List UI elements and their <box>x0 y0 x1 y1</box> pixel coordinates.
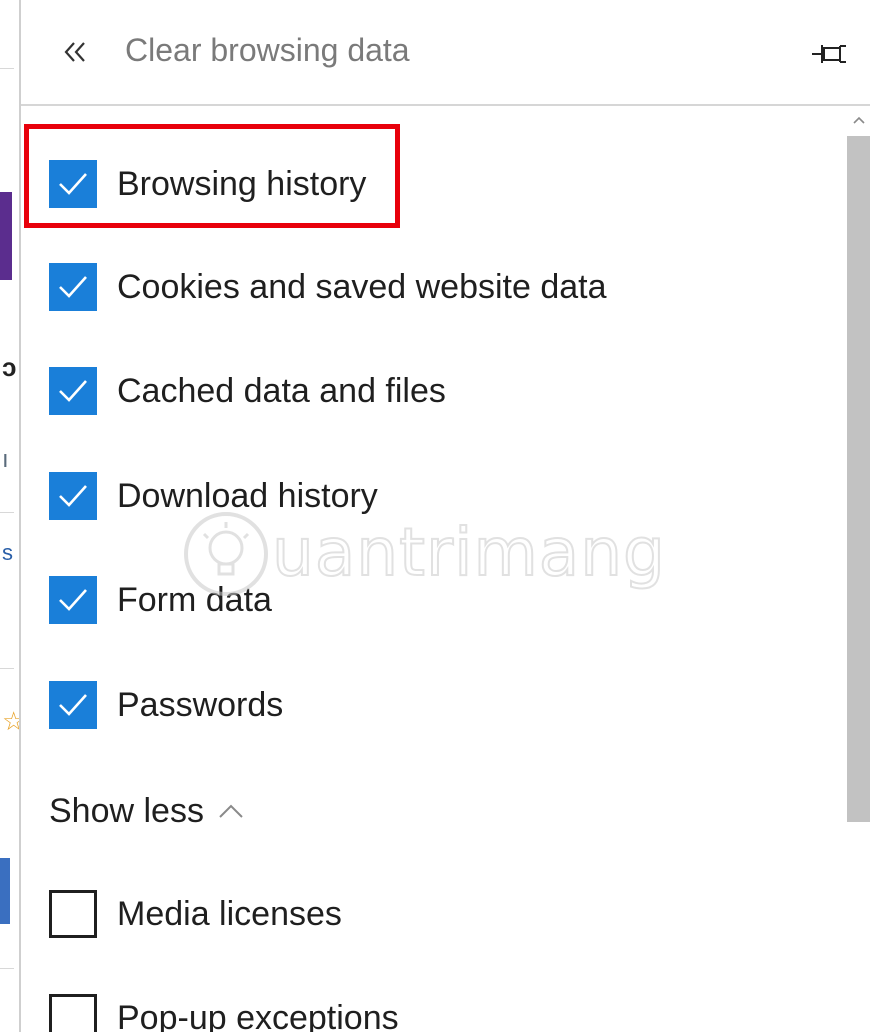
checkbox-cookies[interactable] <box>49 263 97 311</box>
clear-browsing-data-panel: Clear browsing data Browsing history Coo… <box>21 0 870 1032</box>
background-divider <box>0 968 14 969</box>
panel-header: Clear browsing data <box>21 0 870 106</box>
checkbox-passwords[interactable] <box>49 681 97 729</box>
option-label: Browsing history <box>117 164 367 203</box>
background-glyph: s <box>2 540 13 565</box>
background-blue-block <box>0 858 10 924</box>
double-chevron-left-icon <box>64 42 85 62</box>
option-download-history[interactable]: Download history <box>49 468 378 524</box>
scrollbar-thumb[interactable] <box>847 136 870 822</box>
option-form-data[interactable]: Form data <box>49 572 272 628</box>
checkmark-icon <box>59 380 87 402</box>
checkbox-form-data[interactable] <box>49 576 97 624</box>
checkbox-cached-data[interactable] <box>49 367 97 415</box>
option-cached-data[interactable]: Cached data and files <box>49 363 446 419</box>
option-popup-exceptions[interactable]: Pop-up exceptions <box>49 990 399 1032</box>
background-divider <box>0 668 14 669</box>
panel-title: Clear browsing data <box>125 32 410 68</box>
option-label: Pop-up exceptions <box>117 998 399 1032</box>
option-passwords[interactable]: Passwords <box>49 677 283 733</box>
option-label: Cookies and saved website data <box>117 267 607 306</box>
option-label: Form data <box>117 580 272 619</box>
show-less-toggle[interactable]: Show less <box>49 788 244 834</box>
option-cookies[interactable]: Cookies and saved website data <box>49 259 607 315</box>
star-icon: ☆ <box>2 706 20 736</box>
checkmark-icon <box>59 485 87 507</box>
scrollbar[interactable] <box>847 106 870 1032</box>
option-label: Download history <box>117 476 378 515</box>
option-label: Media licenses <box>117 894 342 933</box>
checkmark-icon <box>59 276 87 298</box>
background-glyph: ı <box>2 446 9 473</box>
checkbox-browsing-history[interactable] <box>49 160 97 208</box>
chevron-up-icon <box>218 803 244 819</box>
option-label: Passwords <box>117 685 284 724</box>
background-glyph: ɔ <box>2 352 17 382</box>
options-list: Browsing history Cookies and saved websi… <box>21 106 847 1032</box>
back-button[interactable] <box>51 26 99 78</box>
chevron-up-icon <box>852 116 865 124</box>
scroll-up-button[interactable] <box>847 106 870 134</box>
option-media-licenses[interactable]: Media licenses <box>49 886 342 942</box>
pin-button[interactable] <box>808 34 852 74</box>
background-divider <box>0 68 14 69</box>
checkbox-media-licenses[interactable] <box>49 890 97 938</box>
checkmark-icon <box>59 694 87 716</box>
show-less-label: Show less <box>49 791 204 830</box>
background-page-strip: ɔ ı s ☆ <box>0 0 20 1032</box>
background-divider <box>0 512 14 513</box>
checkbox-download-history[interactable] <box>49 472 97 520</box>
background-purple-block <box>0 192 12 280</box>
page: ɔ ı s ☆ Clear browsing data Browsing his… <box>0 0 870 1032</box>
option-label: Cached data and files <box>117 371 446 410</box>
checkbox-popup-exceptions[interactable] <box>49 994 97 1032</box>
pin-icon <box>812 45 846 63</box>
checkmark-icon <box>59 589 87 611</box>
checkmark-icon <box>59 173 87 195</box>
option-browsing-history[interactable]: Browsing history <box>49 156 366 212</box>
